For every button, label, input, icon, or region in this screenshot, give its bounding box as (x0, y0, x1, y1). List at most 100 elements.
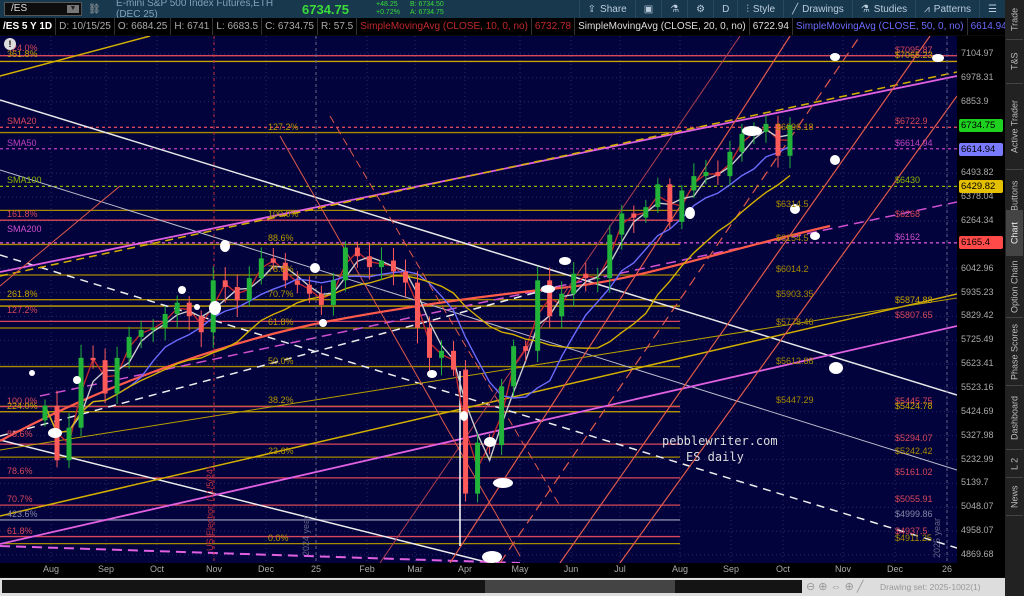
level-label: $5447.29 (776, 395, 814, 406)
year-2025-label: 2025 year (932, 517, 942, 558)
month-label: Feb (359, 564, 375, 574)
candle (198, 316, 204, 333)
price-tag: 6165.4 (959, 236, 1003, 250)
bar-low: L: 6683.5 (213, 18, 263, 35)
toolbar-button-alert-icon[interactable]: ▣ (634, 0, 661, 18)
toolbar-button-d[interactable]: D (713, 0, 737, 18)
month-label: Dec (257, 564, 275, 574)
side-tab-dashboard[interactable]: Dashboard (1006, 386, 1023, 450)
marker-dot (810, 232, 820, 240)
price-tick: 5725.49 (961, 334, 994, 345)
marker-dot (830, 53, 840, 61)
level-label: $4999.86 (895, 508, 933, 519)
price-tick: 5048.07 (961, 501, 994, 512)
level-label: $5242.42 (895, 446, 933, 457)
month-label: Nov (205, 564, 223, 574)
chevron-down-icon[interactable]: ▼ (67, 5, 79, 13)
study-name[interactable]: SimpleMovingAvg (CLOSE, 10, 0, no) (357, 18, 532, 35)
candle (114, 357, 120, 394)
candle (246, 278, 252, 301)
time-axis[interactable]: Aug Sep Oct Nov Dec 25 Feb Mar Apr May Jun Jul Aug Se… (0, 563, 1005, 577)
scroll-thumb[interactable] (485, 580, 675, 593)
left-level-label: 261.8% (7, 289, 38, 300)
fib-label: 100.0% (268, 209, 299, 220)
level-label: $6268 (895, 209, 921, 220)
toolbar-button-flask-icon[interactable]: ⚗ (661, 0, 687, 18)
candle (631, 213, 637, 218)
ask-value: A: 6734.75 (409, 9, 444, 16)
price-axis[interactable]: 7104.97 6978.31 6853.9 6493.82 6378.04 6264.3… (957, 36, 1005, 563)
toolbar-button-share[interactable]: ⇪ Share (578, 0, 635, 18)
side-tab-trade[interactable]: Trade (1006, 0, 1023, 40)
side-tab-phase-scores[interactable]: Phase Scores (1006, 318, 1023, 386)
period-label[interactable]: /ES 5 Y 1D (0, 18, 57, 35)
candle (162, 313, 168, 328)
fib-label: 88.6% (268, 233, 294, 244)
candle (427, 327, 433, 358)
toolbar-button-gear-icon[interactable]: ⚙ (687, 0, 713, 18)
candle (607, 234, 613, 279)
status-bar: /ES 5 Y 1D D: 10/15/25 O: 6684.25 H: 674… (0, 18, 1005, 35)
study-name[interactable]: SimpleMovingAvg (CLOSE, 50, 0, no) (793, 18, 968, 35)
candle (366, 256, 372, 268)
style-icon: ⫶ (746, 3, 749, 15)
candle (222, 280, 228, 288)
marker-dot (310, 263, 320, 273)
trendline (0, 99, 957, 396)
channel-line (0, 545, 521, 563)
zoom-controls-icon[interactable]: ⊖ ⊕ ⇔ ⊕ ╱ (806, 580, 864, 593)
drawing-set[interactable]: Drawing set: 2025-1002(1) (880, 582, 981, 592)
price-tick: 4958.07 (961, 525, 994, 536)
candle (294, 280, 300, 285)
marker-dot (484, 437, 496, 447)
price-tick: 5139.7 (961, 477, 989, 488)
left-level-label: SMA200 (7, 223, 42, 234)
toolbar-button-drawings[interactable]: ╱ Drawings (783, 0, 852, 18)
chart-toolbar: ⇪ Share ▣ ⚗ ⚙ D ⫶ Style ╱ Drawings ⚗ Studies ⩘ Patter… (578, 0, 1005, 18)
month-label: Aug (671, 564, 689, 574)
candle (102, 360, 108, 394)
month-label: Oct (775, 564, 791, 574)
price-tag: 6734.75 (959, 118, 1003, 132)
candle (715, 172, 721, 177)
chart-scrollbar[interactable]: ⊖ ⊕ ⇔ ⊕ ╱ Drawing set: 2025-1002(1) (0, 578, 1005, 596)
candle (439, 350, 445, 358)
toolbar-button-patterns[interactable]: ⩘ Patterns (915, 0, 979, 18)
chart-canvas (0, 36, 957, 563)
level-label: $5778.46 (776, 317, 814, 328)
candle (174, 302, 180, 314)
side-tab-news[interactable]: News (1006, 478, 1023, 516)
toolbar-button-style[interactable]: ⫶ Style (737, 0, 783, 18)
month-label: Aug (42, 564, 60, 574)
toolbar-button-menu-icon[interactable]: ☰ (979, 0, 1005, 18)
candle (583, 273, 589, 279)
study-name[interactable]: SimpleMovingAvg (CLOSE, 20, 0, no) (575, 18, 750, 35)
side-tab-t-s[interactable]: T&S (1006, 40, 1023, 84)
candle (463, 369, 469, 494)
channel-line (0, 75, 957, 273)
marker-dot (427, 370, 437, 378)
scroll-track[interactable] (2, 580, 802, 593)
price-tick: 5327.98 (961, 429, 994, 440)
candle (330, 280, 336, 305)
symbol-input[interactable]: /ES ▼ (4, 2, 82, 16)
level-label: $4911.25 (895, 532, 932, 543)
toolbar-button-studies[interactable]: ⚗ Studies (851, 0, 915, 18)
side-tab-option-chain[interactable]: Option Chain (1006, 256, 1023, 318)
side-tab-active-trader[interactable]: Active Trader (1006, 84, 1023, 170)
change-value: +48.25 (376, 1, 398, 8)
link-icon[interactable]: ⛓ (88, 4, 102, 15)
info-icon[interactable]: ! (4, 38, 16, 50)
month-label: Nov (834, 564, 852, 574)
bid-value: B: 6734.50 (409, 1, 444, 8)
candle (126, 336, 132, 358)
level-label: $5161.02 (895, 466, 933, 477)
side-tab-l-2[interactable]: L 2 (1006, 450, 1023, 478)
level-label: $6154.5 (776, 233, 809, 244)
candle (595, 278, 601, 280)
level-label: $7065.23 (895, 50, 933, 61)
fib-label: 0.0% (268, 532, 289, 543)
side-tab-chart[interactable]: Chart (1006, 210, 1023, 256)
price-chart[interactable]: $7095.87 $7065.23 $6722.9 $6696.18 $6614.94 $… (0, 36, 957, 563)
red-channel-line (619, 95, 957, 563)
